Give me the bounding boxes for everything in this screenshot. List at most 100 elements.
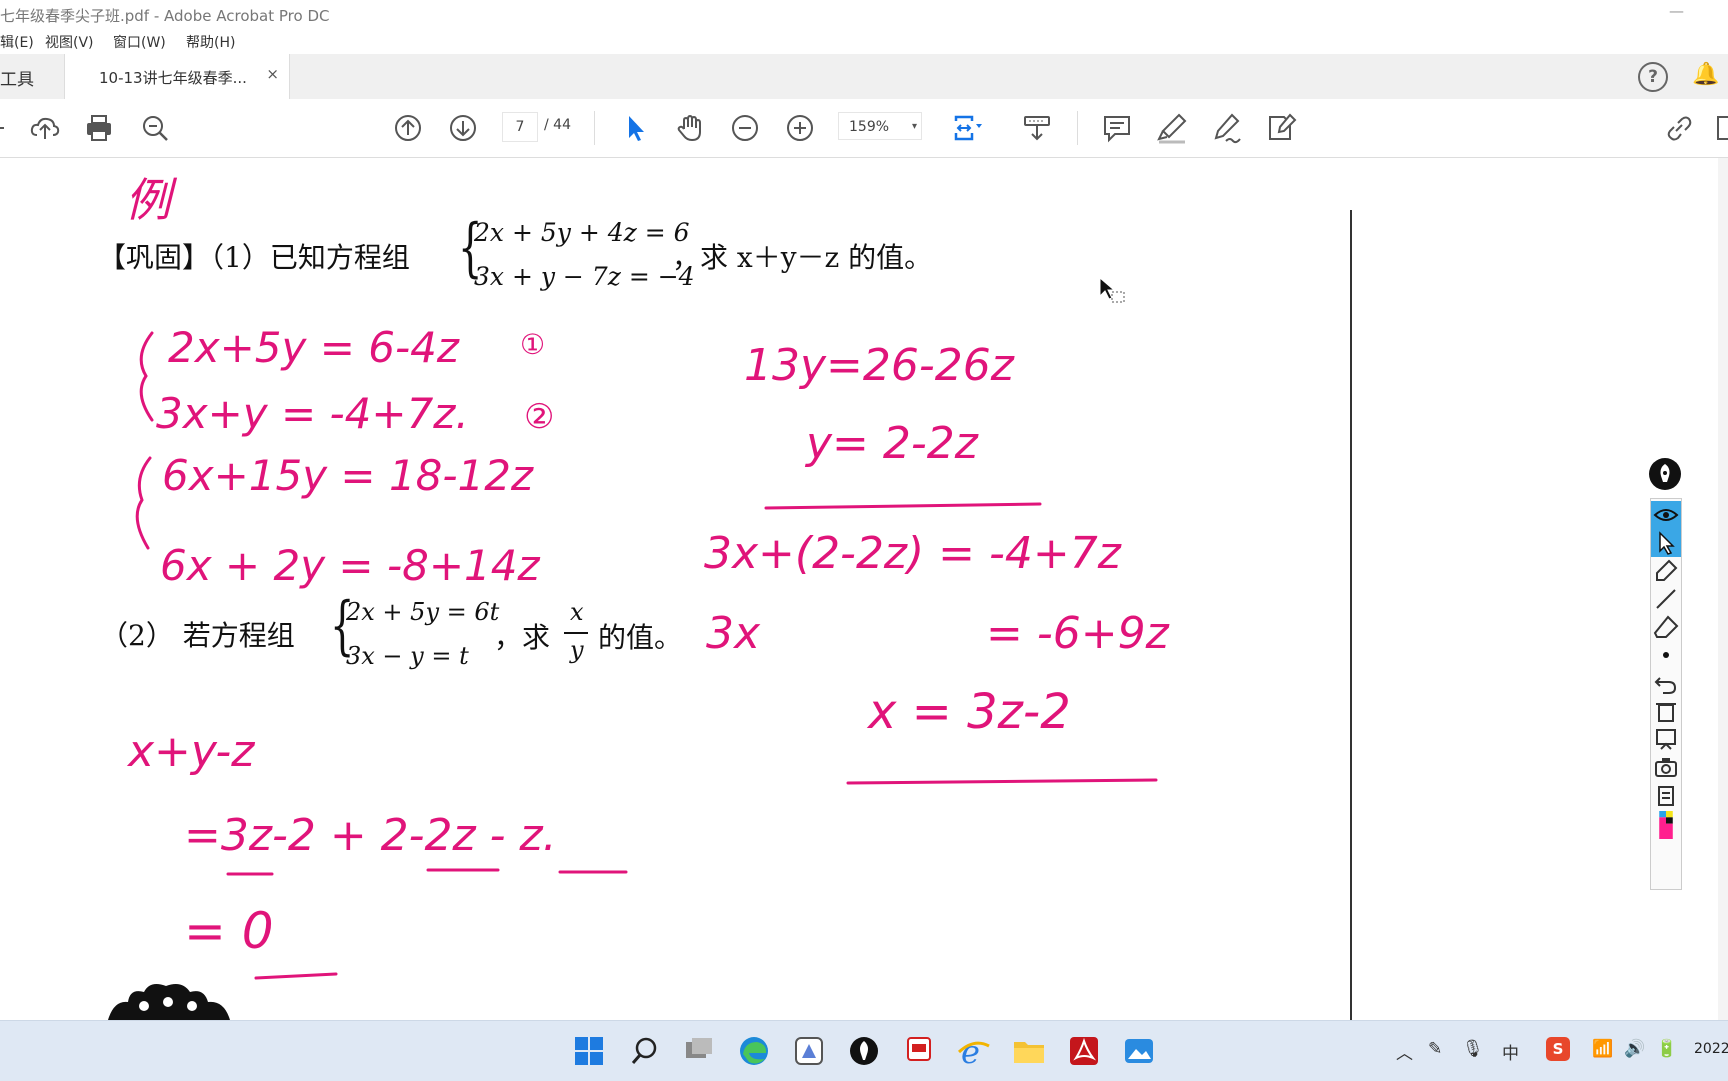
share-link-icon[interactable] [1662, 111, 1696, 145]
eraser-icon[interactable] [1651, 613, 1681, 641]
pen-app-icon[interactable] [845, 1032, 883, 1070]
ink-left-system1-b: 3x+y = -4+7z. [156, 389, 469, 438]
mouse-cursor-icon [1099, 276, 1125, 303]
menu-bar: 辑(E) 视图(V) 窗口(W) 帮助(H) [0, 30, 1728, 54]
task-view-icon[interactable] [680, 1032, 718, 1070]
pointer-icon[interactable] [1651, 529, 1681, 557]
hand-tool-icon[interactable] [673, 111, 707, 145]
ink-mark-1: ① [520, 328, 545, 361]
menu-view[interactable]: 视图(V) [45, 32, 94, 52]
highlighter-icon[interactable] [1155, 111, 1189, 145]
ink-brace-1 [139, 331, 154, 422]
ink-brace-2 [135, 456, 152, 550]
menu-edit[interactable]: 辑(E) [0, 32, 34, 52]
ink-right-line-2: y= 2-2z [804, 418, 979, 469]
ink-underline-2 [846, 778, 1158, 785]
microphone-icon[interactable]: 🎙 [1462, 1039, 1484, 1059]
close-tab-icon[interactable]: × [266, 65, 279, 83]
tab-document[interactable]: 10-13讲七年级春季... × [64, 54, 290, 100]
ink-right-line-4a: 3x [706, 608, 761, 659]
camera-icon[interactable] [1651, 753, 1681, 781]
ink-right-line-3: 3x+(2-2z) = -4+7z [704, 528, 1122, 579]
pen-toolbar [1650, 498, 1682, 890]
whiteboard-icon[interactable] [1651, 725, 1681, 753]
fit-page-icon[interactable] [950, 111, 984, 145]
tab-tools[interactable]: 工具 [0, 65, 34, 90]
select-cursor-icon[interactable] [618, 111, 652, 145]
tab-document-label: 10-13讲七年级春季... [99, 69, 247, 87]
pen-tool-palette [1648, 458, 1682, 892]
bell-icon[interactable]: 🔔 [1692, 62, 1719, 87]
marker-icon[interactable] [1651, 557, 1681, 585]
pen-app-logo-icon[interactable] [1649, 458, 1681, 490]
volume-icon[interactable]: 🔊 [1624, 1039, 1645, 1059]
dot-size-icon[interactable] [1651, 641, 1681, 669]
menu-help[interactable]: 帮助(H) [186, 32, 235, 52]
fill-sign-icon[interactable] [1264, 111, 1298, 145]
edge-browser-icon[interactable] [735, 1032, 773, 1070]
page-up-icon[interactable] [391, 111, 425, 145]
ie-browser-icon[interactable]: e [955, 1032, 993, 1071]
ink-underline-1 [764, 502, 1042, 510]
clock[interactable]: 2022 [1694, 1041, 1728, 1057]
ink-right-line-1: 13y=26-26z [744, 340, 1015, 391]
ink-annotations: 例 2x+5y = 6-4z 3x+y = -4+7z. ① ② 6x+15y … [125, 173, 1170, 980]
zoom-search-icon[interactable] [138, 111, 172, 145]
wifi-icon[interactable]: 📶 [1592, 1039, 1613, 1059]
show-hidden-icons-icon[interactable]: ︿ [1396, 1039, 1413, 1064]
clipboard-icon[interactable] [1651, 781, 1681, 809]
ink-left-system2-b: 6x + 2y = -8+14z [160, 541, 540, 590]
decorative-flower-icon [108, 984, 230, 1020]
file-explorer-icon[interactable] [1010, 1032, 1048, 1070]
zoom-in-icon[interactable] [783, 111, 817, 145]
page-total: / 44 [544, 117, 571, 133]
comment-icon[interactable] [1100, 111, 1134, 145]
color-picker-swatch[interactable] [1651, 811, 1681, 873]
windows-start-icon[interactable] [570, 1032, 608, 1070]
page-number-input[interactable]: 7 [502, 112, 538, 142]
battery-icon[interactable]: 🔋 [1656, 1039, 1677, 1059]
print-icon[interactable] [82, 111, 116, 145]
title-bar: 七年级春季尖子班.pdf - Adobe Acrobat Pro DC — [0, 0, 1728, 30]
vertical-scrollbar[interactable] [1718, 158, 1728, 1020]
presentation-app-icon[interactable] [900, 1032, 938, 1070]
scroll-mode-icon[interactable] [1020, 111, 1054, 145]
snipping-tool-icon[interactable] [790, 1032, 828, 1070]
ink-handwritten-title: 例 [125, 173, 178, 227]
zoom-level-dropdown[interactable]: 159% ▾ [838, 112, 922, 140]
toolbar-divider [1077, 111, 1078, 145]
window-title: 七年级春季尖子班.pdf - Adobe Acrobat Pro DC [0, 7, 330, 25]
photos-app-icon[interactable] [1120, 1032, 1158, 1070]
undo-icon[interactable] [1651, 669, 1681, 697]
chevron-down-icon: ▾ [911, 121, 917, 132]
ink-bottom-line-2: =3z-2 + 2-2z - z. [184, 810, 557, 861]
line-tool-icon[interactable] [1651, 585, 1681, 613]
back-icon[interactable] [0, 111, 18, 145]
eye-icon[interactable] [1651, 501, 1681, 529]
sogou-input-icon[interactable]: S [1546, 1037, 1570, 1061]
menu-window[interactable]: 窗口(W) [113, 32, 166, 52]
document-page[interactable]: 【巩固】（1）已知方程组 { 2x + 5y + 4z = 6 3x + y −… [0, 158, 1728, 1020]
acrobat-icon[interactable] [1065, 1032, 1103, 1070]
cloud-upload-icon[interactable] [28, 111, 62, 145]
zoom-out-icon[interactable] [728, 111, 762, 145]
sign-pen-icon[interactable] [1210, 111, 1244, 145]
help-icon[interactable]: ? [1638, 62, 1668, 92]
toolbar: 7 / 44 159% ▾ [0, 99, 1728, 158]
trash-icon[interactable] [1651, 697, 1681, 725]
zoom-level-value: 159% [849, 119, 890, 135]
ink-right-line-5: x = 3z-2 [866, 684, 1071, 740]
tray-app-icon[interactable]: ✎ [1428, 1039, 1442, 1059]
ink-bottom-line-3: = 0 [184, 902, 274, 960]
ink-right-line-4b: = -6+9z [986, 608, 1170, 659]
toolbar-divider [594, 111, 595, 145]
ink-bottom-line-1: x+y-z [126, 726, 255, 777]
ink-mark-2: ② [524, 397, 554, 437]
ink-left-system1-a: 2x+5y = 6-4z [168, 323, 460, 372]
search-icon[interactable] [626, 1032, 664, 1070]
page-down-icon[interactable] [446, 111, 480, 145]
tab-bar: 工具 10-13讲七年级春季... × ? 🔔 [0, 54, 1728, 100]
panel-toggle-icon[interactable] [1714, 111, 1728, 145]
ime-indicator[interactable]: 中 [1502, 1039, 1519, 1064]
minimize-button[interactable]: — [1669, 2, 1684, 20]
